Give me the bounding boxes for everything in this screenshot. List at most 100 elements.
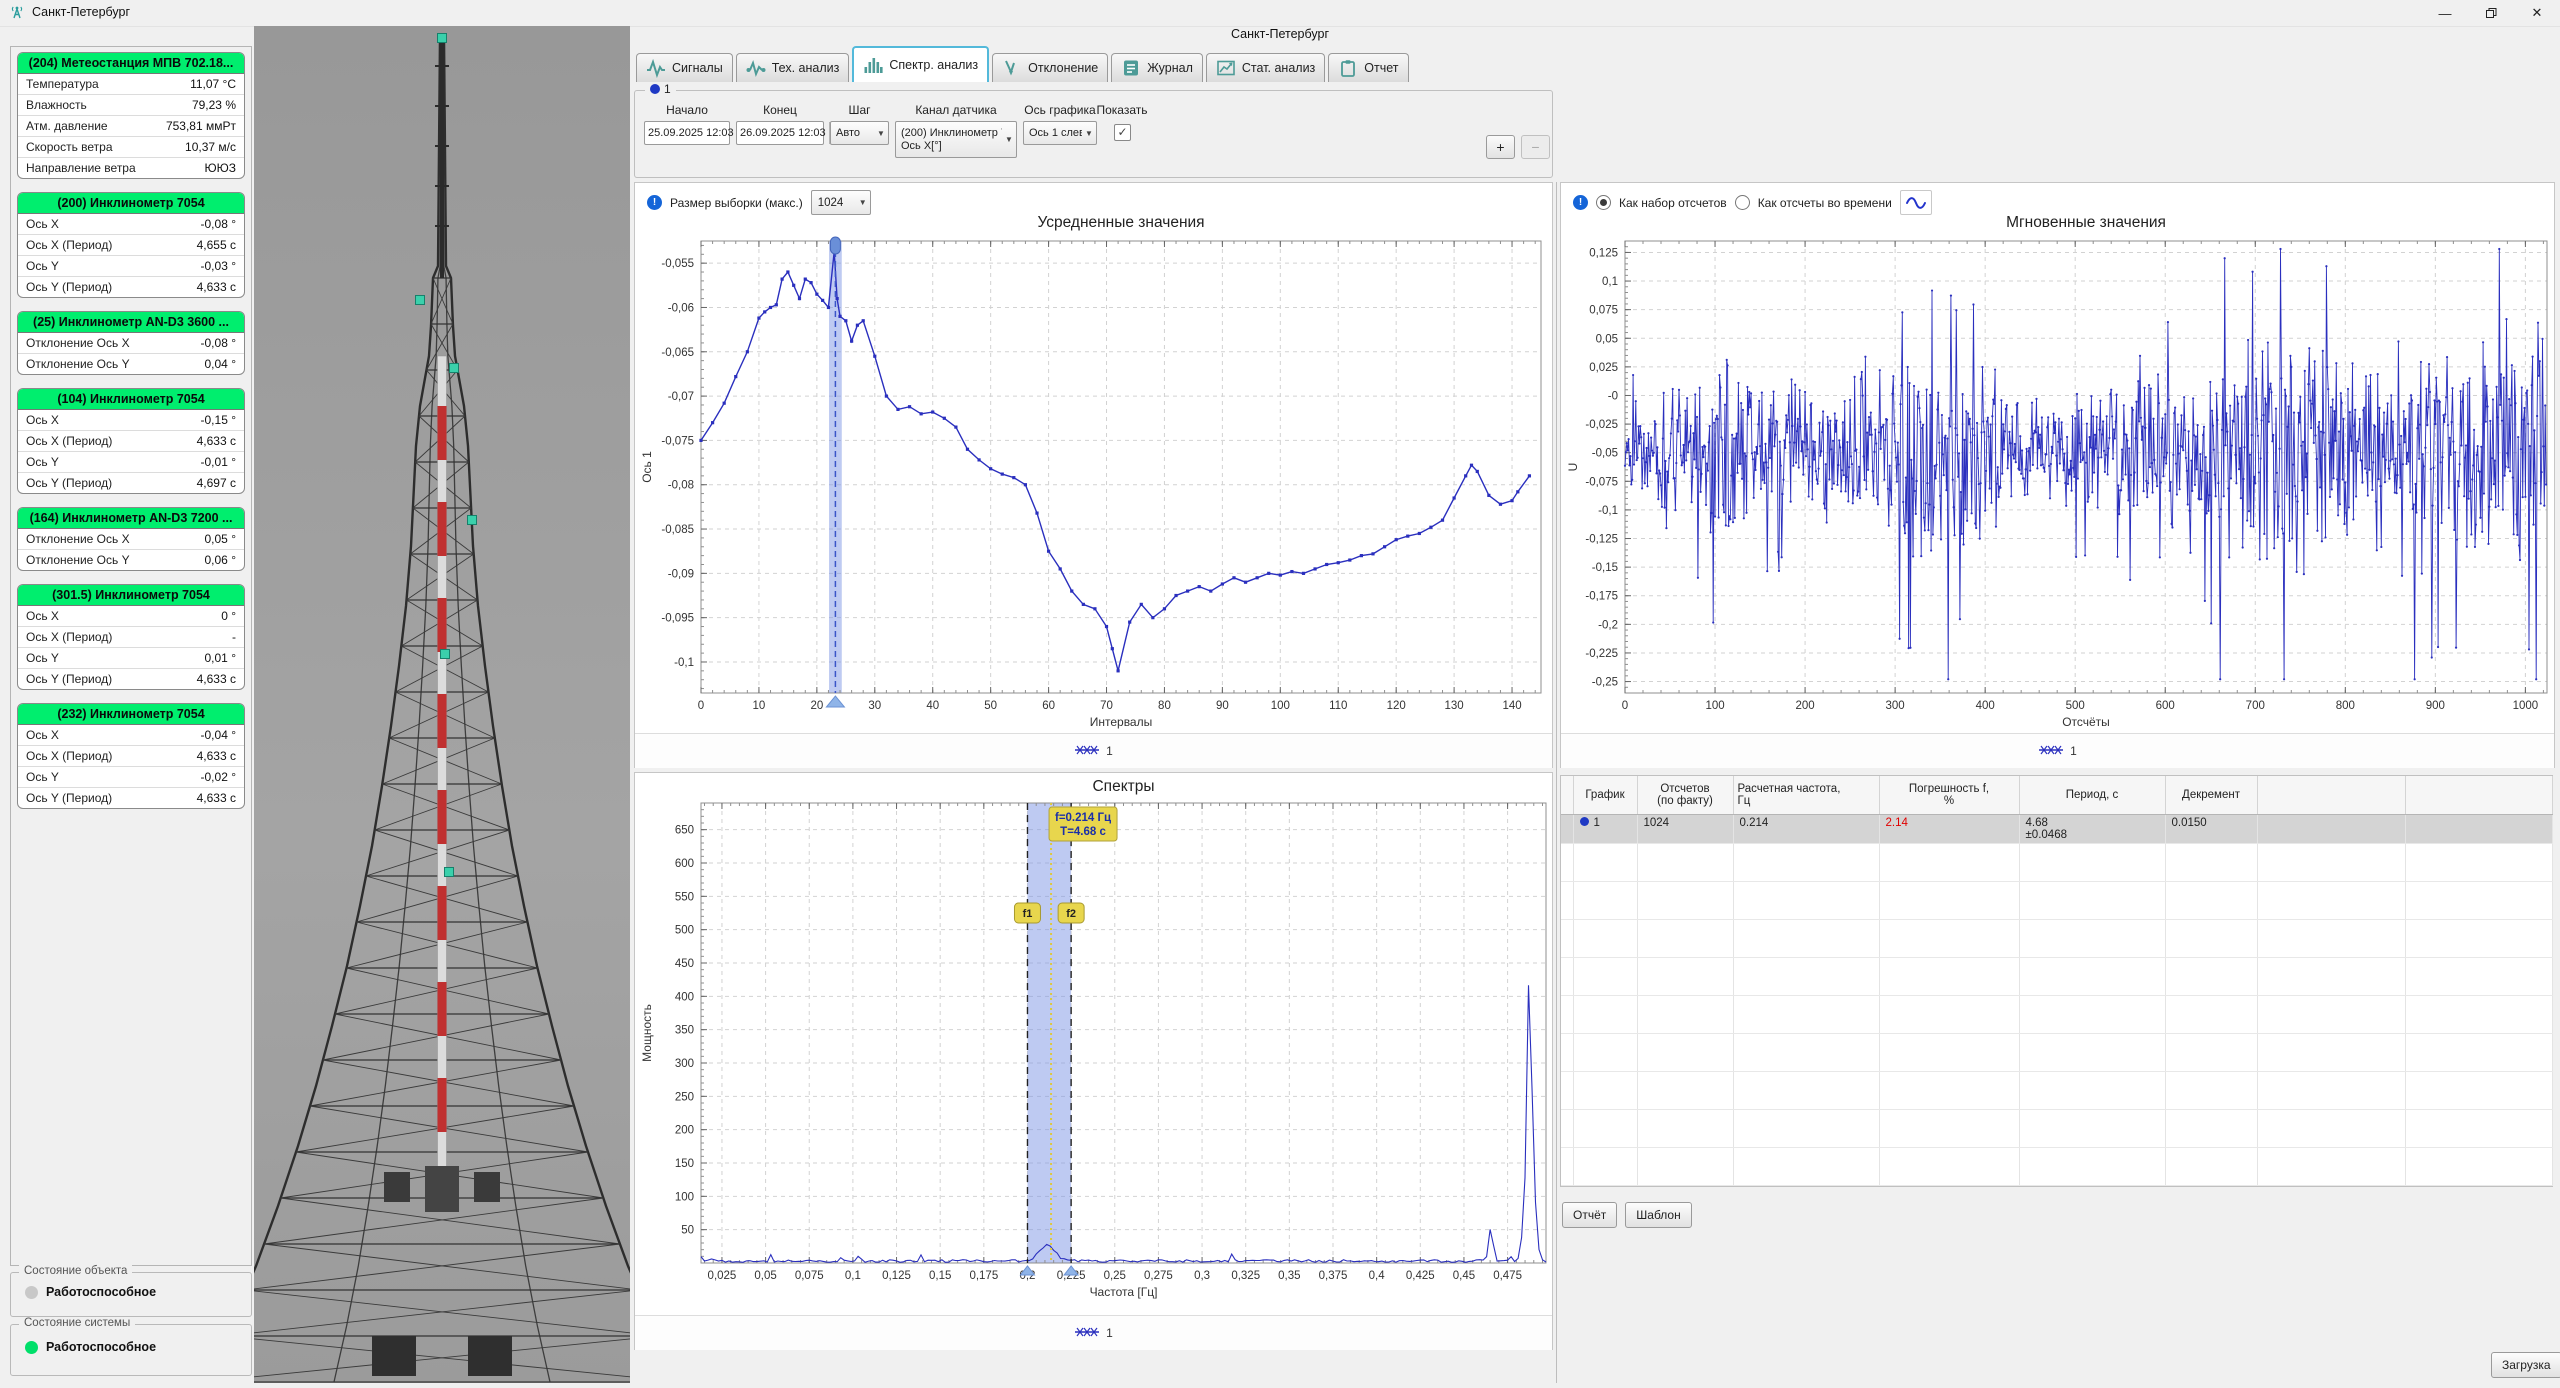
table-row-empty — [1561, 1072, 2552, 1110]
table-row-empty — [1561, 844, 2552, 882]
svg-text:0,1: 0,1 — [1602, 276, 1618, 288]
sensor-card-row: Температура11,07 °C — [18, 74, 244, 95]
tab-отклонение[interactable]: Отклонение — [992, 53, 1108, 82]
tab-label: Отчет — [1364, 61, 1398, 75]
column-header-empty[interactable] — [2257, 776, 2405, 815]
sensor-card[interactable]: (301.5) Инклинометр 7054Ось X0 °Ось X (П… — [17, 584, 245, 690]
minimize-button[interactable]: — — [2422, 0, 2468, 26]
info-icon: ! — [647, 195, 662, 210]
sensor-card[interactable]: (104) Инклинометр 7054Ось X-0,15 °Ось X … — [17, 388, 245, 494]
sensor-card[interactable]: (25) Инклинометр AN-D3 3600 ...Отклонени… — [17, 311, 245, 375]
sensor-card-title: (164) Инклинометр AN-D3 7200 ... — [18, 508, 244, 529]
tab-стат-анализ[interactable]: Стат. анализ — [1206, 53, 1325, 82]
svg-text:150: 150 — [675, 1158, 694, 1170]
remove-graph-button[interactable]: − — [1521, 135, 1550, 159]
vertical-splitter[interactable] — [1556, 182, 1557, 1383]
system-status-dot-icon — [25, 1341, 38, 1354]
column-header[interactable]: Период, с — [2019, 776, 2165, 815]
tab-спектр-анализ[interactable]: Спектр. анализ — [852, 46, 989, 82]
svg-text:1000: 1000 — [2513, 700, 2539, 712]
step-label: Шаг — [830, 103, 889, 117]
step-select[interactable]: Авто▼ — [830, 121, 889, 145]
inst-legend[interactable]: 1 — [1561, 733, 2554, 768]
svg-text:0,025: 0,025 — [708, 1270, 737, 1282]
table-cell: 2.14 — [1879, 815, 2019, 844]
svg-text:10: 10 — [753, 700, 766, 712]
svg-text:T=4.68 с: T=4.68 с — [1060, 826, 1106, 838]
report-button[interactable]: Отчёт — [1562, 1202, 1617, 1228]
svg-text:0,15: 0,15 — [929, 1270, 951, 1282]
svg-text:-0,25: -0,25 — [1592, 677, 1618, 689]
end-date-input[interactable]: 26.09.2025 12:03 ▦ — [736, 121, 824, 145]
spectrum-results-table[interactable]: ГрафикОтсчетов (по факту)Расчетная часто… — [1560, 775, 2553, 1187]
add-graph-button[interactable]: + — [1486, 135, 1515, 159]
column-header[interactable]: Расчетная частота, Гц — [1733, 776, 1879, 815]
column-header-empty[interactable] — [1561, 776, 1573, 815]
system-status-box: Состояние системы Работоспособное — [10, 1324, 252, 1376]
tower-3d-view[interactable] — [254, 26, 630, 1383]
tech-wave-icon — [746, 58, 766, 78]
show-checkbox[interactable]: ✓ — [1114, 124, 1131, 141]
sensor-card-row: Ось X (Период)4,633 с — [18, 746, 244, 767]
sensor-card-row: Ось X (Период)- — [18, 627, 244, 648]
svg-text:Спектры: Спектры — [1092, 778, 1154, 795]
sensor-card[interactable]: (200) Инклинометр 7054Ось X-0,08 °Ось X … — [17, 192, 245, 298]
deviation-icon — [1002, 58, 1022, 78]
sensor-card[interactable]: (164) Инклинометр AN-D3 7200 ...Отклонен… — [17, 507, 245, 571]
step-value: Авто — [831, 127, 874, 139]
sensor-card-row: Влажность79,23 % — [18, 95, 244, 116]
sensor-card-row: Ось X-0,04 ° — [18, 725, 244, 746]
instant-values-chart[interactable]: 010020030040050060070080090010000,1250,1… — [1561, 183, 2554, 733]
spectrum-bars-icon — [863, 55, 883, 75]
column-header[interactable]: Погрешность f, % — [1879, 776, 2019, 815]
legend-series-label: 1 — [2070, 744, 2077, 758]
tab-label: Спектр. анализ — [889, 58, 978, 72]
avg-legend[interactable]: 1 — [635, 733, 1552, 768]
graph-axis-select[interactable]: Ось 1 слева▼ — [1023, 121, 1097, 145]
close-button[interactable]: ✕ — [2514, 0, 2560, 26]
column-header[interactable]: График — [1573, 776, 1637, 815]
svg-text:-0,07: -0,07 — [668, 391, 694, 403]
column-header[interactable]: Отсчетов (по факту) — [1637, 776, 1733, 815]
svg-text:250: 250 — [675, 1091, 694, 1103]
column-header-empty[interactable] — [2405, 776, 2552, 815]
svg-text:Мощность: Мощность — [640, 1004, 654, 1062]
stat-icon — [1216, 58, 1236, 78]
sensor-channel-select[interactable]: (200) Инклинометр 7054Ось X[°] ▼ — [895, 121, 1017, 158]
start-date-input[interactable]: 25.09.2025 12:03 ▦ — [644, 121, 730, 145]
svg-text:0,425: 0,425 — [1406, 1270, 1435, 1282]
spectrum-legend[interactable]: 1 — [635, 1315, 1552, 1350]
tab-журнал[interactable]: Журнал — [1111, 53, 1203, 82]
object-status-value: Работоспособное — [46, 1285, 156, 1299]
svg-text:-0,175: -0,175 — [1585, 591, 1618, 603]
sensor-card[interactable]: (232) Инклинометр 7054Ось X-0,04 °Ось X … — [17, 703, 245, 809]
svg-text:120: 120 — [1387, 700, 1406, 712]
spectrum-chart[interactable]: 0,0250,050,0750,10,1250,150,1750,20,2250… — [635, 773, 1552, 1315]
svg-text:-0,1: -0,1 — [674, 657, 694, 669]
radio-as-time[interactable] — [1735, 195, 1750, 210]
sensor-card-row: Ось Y-0,01 ° — [18, 452, 244, 473]
radio-as-samples[interactable] — [1596, 195, 1611, 210]
sample-size-select[interactable]: 1024▼ — [811, 190, 871, 215]
graph-color-dot-icon — [650, 84, 660, 94]
wave-icon-button[interactable] — [1900, 190, 1932, 215]
averaged-values-chart[interactable]: 0102030405060708090100110120130140-0,055… — [635, 183, 1552, 733]
restore-button[interactable] — [2468, 0, 2514, 26]
svg-text:Мгновенные значения: Мгновенные значения — [2006, 214, 2166, 231]
template-button[interactable]: Шаблон — [1625, 1202, 1691, 1228]
tab-сигналы[interactable]: Сигналы — [636, 53, 733, 82]
system-status-value: Работоспособное — [46, 1340, 156, 1354]
sensor-card[interactable]: (204) Метеостанция МПВ 702.18...Температ… — [17, 52, 245, 179]
sensor-card-row: Ось Y-0,03 ° — [18, 256, 244, 277]
load-button[interactable]: Загрузка — [2491, 1352, 2560, 1378]
tab-тех-анализ[interactable]: Тех. анализ — [736, 53, 850, 82]
table-row[interactable]: 110240.2142.144.68 ±0.04680.0150 — [1561, 815, 2552, 844]
column-header[interactable]: Декремент — [2165, 776, 2257, 815]
svg-text:0,05: 0,05 — [1596, 333, 1618, 345]
start-label: Начало — [644, 103, 730, 117]
sensor-card-title: (25) Инклинометр AN-D3 3600 ... — [18, 312, 244, 333]
spectrum-panel: 0,0250,050,0750,10,1250,150,1750,20,2250… — [634, 772, 1553, 1350]
channel-label: Канал датчика — [895, 103, 1017, 117]
radio-as-samples-label: Как набор отсчетов — [1619, 196, 1727, 210]
tab-отчет[interactable]: Отчет — [1328, 53, 1408, 82]
